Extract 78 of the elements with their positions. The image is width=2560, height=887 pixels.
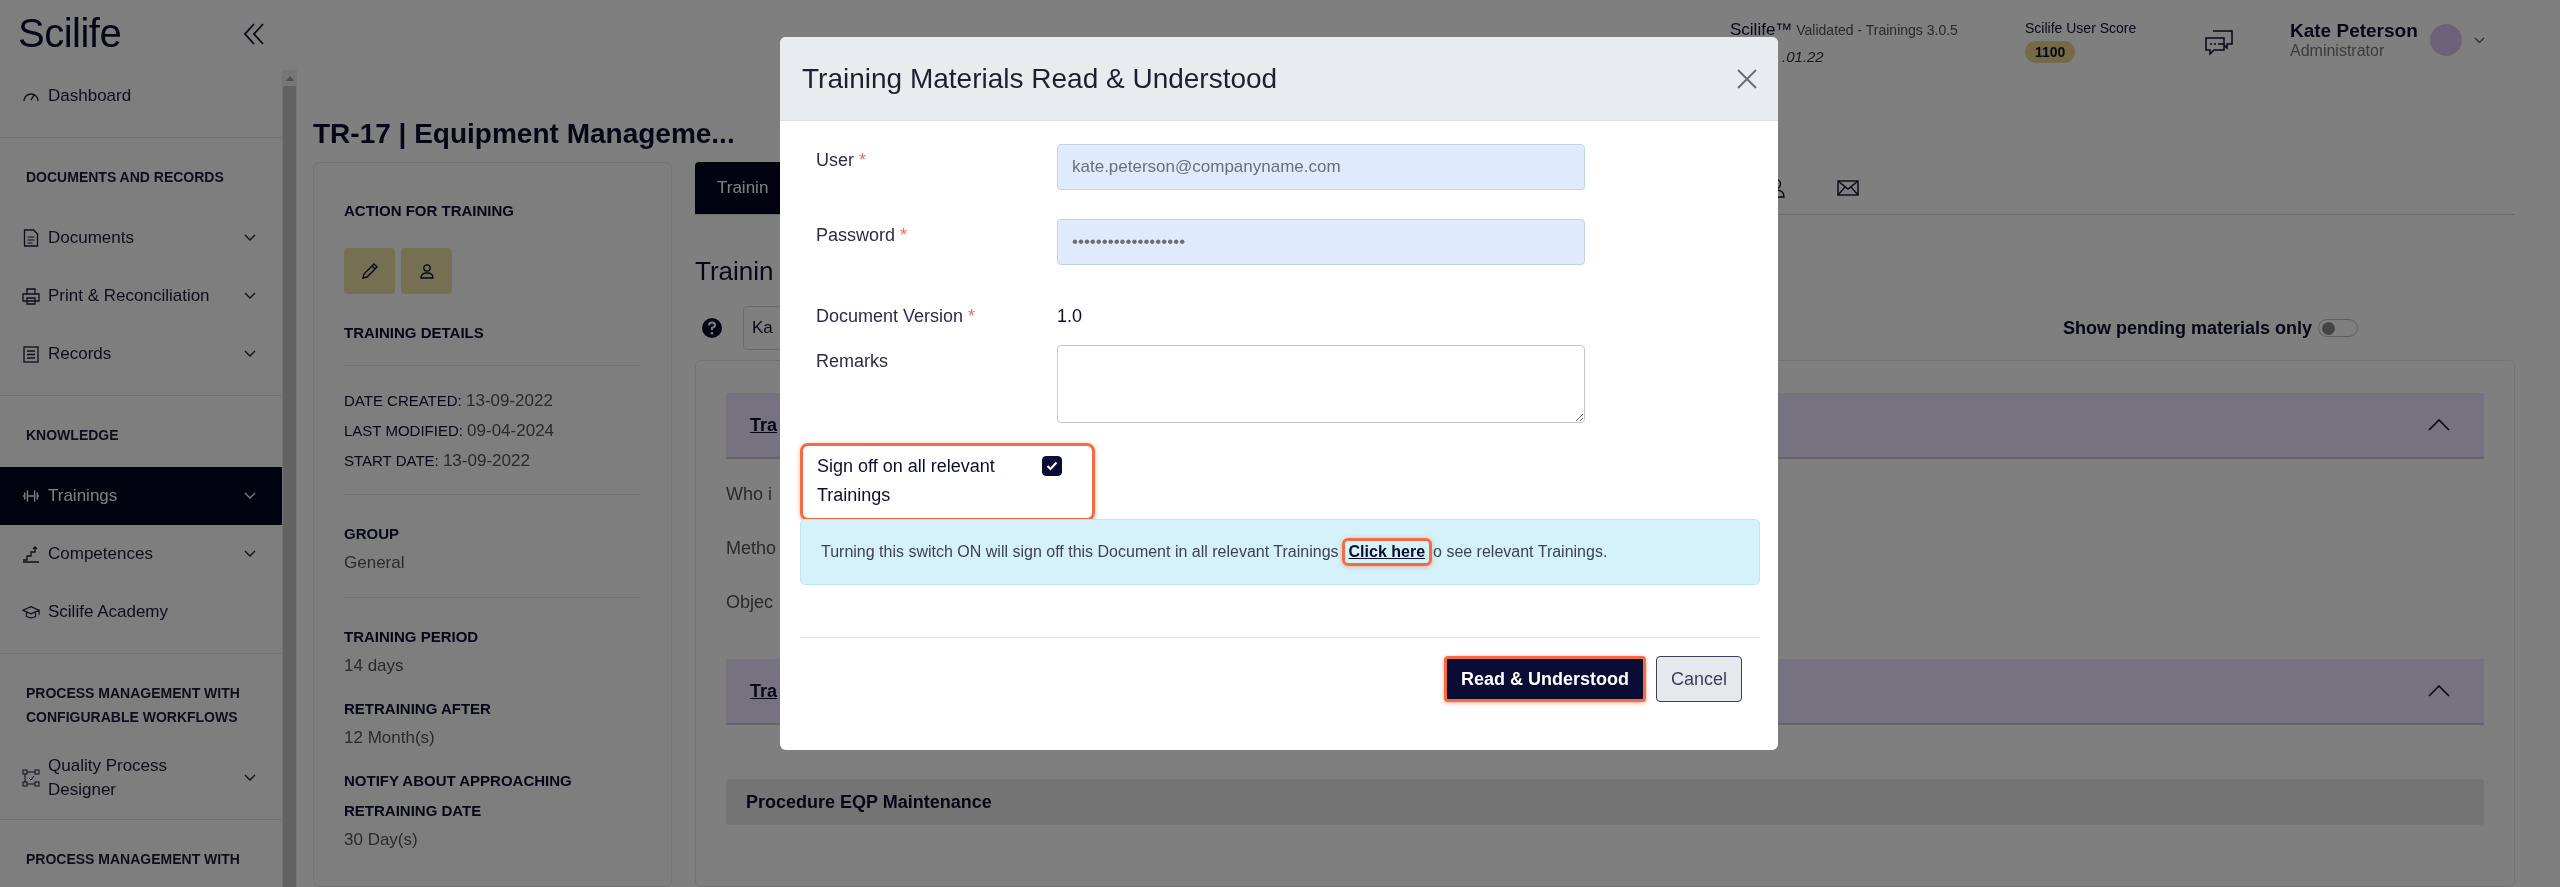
link[interactable]: Click here bbox=[1341, 538, 1433, 566]
nav-item[interactable]: Records bbox=[0, 325, 282, 383]
field-label: Document Version bbox=[816, 306, 964, 326]
section-heading: ACTION FOR TRAINING bbox=[344, 201, 515, 221]
info-text: o see relevant Trainings. bbox=[1433, 543, 1608, 561]
person-icon bbox=[418, 263, 435, 279]
confirm-button[interactable]: Read & Understood bbox=[1443, 656, 1646, 702]
user-name: Kate Peterson bbox=[2290, 20, 2418, 42]
chevron-up-icon bbox=[2428, 685, 2450, 697]
row-text: Objec bbox=[726, 591, 774, 614]
nav-item[interactable]: Competences bbox=[0, 525, 282, 583]
dialog-title: Training Materials Read & Understood bbox=[802, 62, 1278, 95]
logo[interactable]: Scilife bbox=[18, 11, 122, 56]
required-mark: * bbox=[859, 150, 867, 170]
row-text: Metho bbox=[726, 537, 777, 560]
field-label: RETRAINING AFTER bbox=[344, 699, 492, 719]
version-label: Scilife™ Validated - Trainings 3.0.5 bbox=[1730, 20, 1959, 40]
required-mark: * bbox=[968, 306, 976, 326]
list-icon bbox=[22, 345, 40, 363]
collapse-icon[interactable] bbox=[243, 21, 265, 46]
field-value: 1.0 bbox=[1057, 305, 1083, 328]
score-label: Scilife User Score bbox=[2025, 20, 2137, 36]
checkbox[interactable] bbox=[1042, 456, 1062, 476]
nav-item[interactable]: Documents bbox=[0, 209, 282, 267]
field-value: General bbox=[344, 552, 406, 574]
field-value: 12 Month(s) bbox=[344, 727, 436, 749]
section-heading: KNOWLEDGE bbox=[25, 426, 120, 445]
field-label: TRAINING PERIOD bbox=[344, 627, 480, 647]
date-text: LAST MODIFIED: 09-04-2024 bbox=[344, 420, 556, 442]
nav-item[interactable]: Quality Process Designer bbox=[0, 749, 282, 807]
envelope-icon[interactable] bbox=[1837, 180, 1859, 196]
user-role: Administrator bbox=[2290, 42, 2386, 60]
printer-icon bbox=[22, 287, 40, 305]
graduation-cap-icon bbox=[22, 604, 40, 620]
remarks-field[interactable] bbox=[1057, 345, 1585, 423]
pencil-icon bbox=[360, 262, 379, 280]
field-label: NOTIFY ABOUT APPROACHING RETRAINING DATE bbox=[344, 771, 573, 821]
date-text: START DATE: 13-09-2022 bbox=[344, 450, 531, 472]
section-heading: TRAINING DETAILS bbox=[344, 323, 641, 366]
field-label: Password bbox=[816, 225, 896, 245]
field-label: Remarks bbox=[816, 351, 888, 371]
required-mark: * bbox=[900, 225, 908, 245]
section-heading: DOCUMENTS AND RECORDS bbox=[25, 168, 225, 187]
caret-icon[interactable] bbox=[2473, 36, 2485, 44]
chevron-up-icon bbox=[2428, 419, 2450, 431]
toggle-switch[interactable] bbox=[2318, 319, 2358, 337]
toggle-label: Show pending materials only bbox=[2062, 317, 2312, 339]
nav-item[interactable]: Print & Reconciliation bbox=[0, 267, 282, 325]
row-text: Who i bbox=[726, 483, 772, 506]
nav-item[interactable]: Scilife Academy bbox=[0, 583, 282, 641]
flowchart-icon bbox=[22, 769, 40, 787]
field-value: 14 days bbox=[344, 655, 405, 677]
help-icon[interactable] bbox=[701, 317, 723, 339]
close-icon[interactable] bbox=[1736, 67, 1758, 90]
material-bar[interactable]: Procedure EQP Maintenance bbox=[726, 779, 2484, 825]
field-value: 30 Day(s) bbox=[344, 829, 419, 851]
dumbbell-icon bbox=[22, 489, 40, 503]
cancel-button[interactable]: Cancel bbox=[1655, 656, 1742, 702]
build-label: .01.22 bbox=[1782, 48, 1824, 65]
info-text: Turning this switch ON will sign off this Document in all relevant Trainings bbox=[821, 543, 1339, 561]
input-field[interactable]: kate.peterson@companyname.com bbox=[1057, 144, 1585, 190]
score-badge: 1100 bbox=[2025, 41, 2076, 63]
chat-icon[interactable] bbox=[2205, 30, 2233, 56]
field-label: GROUP bbox=[344, 524, 400, 544]
nav-item[interactable]: Dashboard bbox=[0, 67, 282, 125]
date-text: DATE CREATED: 13-09-2022 bbox=[344, 390, 554, 412]
page-title: TR-17 | Equipment Manageme... bbox=[313, 117, 735, 151]
scrollbar[interactable] bbox=[282, 70, 297, 887]
stairs-icon bbox=[22, 545, 40, 563]
person-button[interactable] bbox=[401, 248, 452, 294]
pencil-button[interactable] bbox=[344, 248, 395, 294]
nav-item[interactable]: Trainings bbox=[0, 467, 282, 525]
section-heading: PROCESS MANAGEMENT WITH bbox=[25, 850, 241, 869]
section-title: Trainin bbox=[695, 255, 774, 288]
section-heading: PROCESS MANAGEMENT WITH CONFIGURABLE WORKFLOWS bbox=[25, 684, 241, 727]
input-field[interactable]: ••••••••••••••••••• bbox=[1057, 219, 1585, 265]
check-icon bbox=[1046, 461, 1058, 471]
document-icon bbox=[22, 229, 40, 247]
